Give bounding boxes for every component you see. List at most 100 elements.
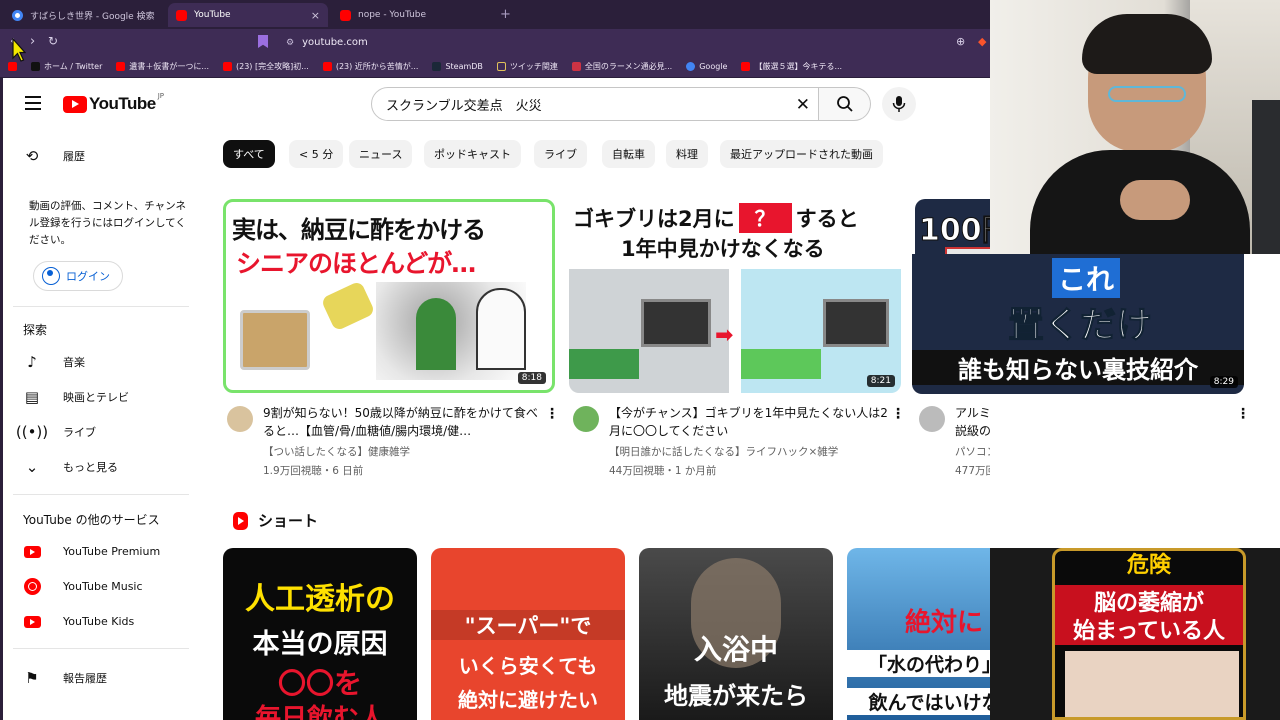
chip-bicycle[interactable]: 自転車: [602, 140, 655, 168]
thumbnail-text: 実は、納豆に酢をかける: [232, 216, 486, 244]
channel-name[interactable]: 【明日誰かに話したくなる】ライフハック×雑学: [609, 443, 838, 462]
channel-avatar[interactable]: [919, 406, 945, 432]
chip-under-5-min[interactable]: < 5 分: [289, 140, 344, 168]
video-title[interactable]: アルミホイルを置くだけでWi-Fiが強くなる？都市伝説級の裏ワザをガチ検証！【驚…: [955, 404, 990, 440]
forward-icon[interactable]: ›: [30, 34, 35, 49]
address-bar[interactable]: ⚙ youtube.com: [280, 32, 998, 53]
channel-name[interactable]: パソコン博士TAIKI: [955, 443, 990, 462]
short-card[interactable]: 入浴中 地震が来たら: [639, 548, 833, 720]
new-tab-button[interactable]: +: [500, 7, 511, 22]
more-vert-icon[interactable]: ⋮: [545, 406, 559, 422]
short-text: いくら安くても: [458, 654, 598, 678]
chip-cooking[interactable]: 料理: [666, 140, 708, 168]
chip-news[interactable]: ニュース: [349, 140, 413, 168]
short-text: 危険: [1126, 553, 1171, 578]
video-thumbnail[interactable]: 実は、納豆に酢をかける シニアのほとんどが… 8:18: [223, 199, 555, 393]
page-overflow: これ 置くだけ 誰も知らない裏技紹介 8:29 ⋮: [912, 254, 1280, 548]
video-thumbnail[interactable]: ゴキブリは2月に ？ すると 1年中見かけなくなる ➡ 8:21: [569, 199, 901, 393]
masthead: YouTube JP スクランブル交差点 火災 ✕: [3, 78, 990, 134]
video-title[interactable]: 【今がチャンス】ゴキブリを1年中見たくない人は2月に〇〇してください: [609, 404, 891, 440]
site-info-icon[interactable]: ⚙: [286, 38, 294, 48]
short-text: 絶対に: [904, 608, 983, 638]
duration-badge: 8:29: [1209, 376, 1238, 388]
bookmark-icon[interactable]: [258, 35, 268, 48]
bookmark-item[interactable]: ツイッチ関連: [496, 61, 558, 72]
chip-live[interactable]: ライブ: [534, 140, 587, 168]
sidebar-item-music[interactable]: ♪ 音楽: [3, 344, 199, 379]
webcam-overlay: [990, 0, 1280, 254]
menu-icon[interactable]: [25, 96, 41, 110]
sidebar-item-history[interactable]: ⟲ 履歴: [3, 138, 199, 173]
tab-youtube[interactable]: YouTube ×: [168, 3, 328, 27]
bookmark-item[interactable]: SteamDB: [432, 62, 483, 71]
video-title[interactable]: 9割が知らない！50歳以降が納豆に酢をかけて食べると…【血管/骨/血糖値/腸内環…: [263, 404, 545, 440]
chip-recently-uploaded[interactable]: 最近アップロードされた動画: [720, 140, 883, 168]
youtube-music-icon: [23, 578, 41, 595]
sidebar: ⟲ 履歴 動画の評価、コメント、チャンネル登録を行うにはログインしてください。 …: [3, 134, 199, 720]
sidebar-item-youtube-kids[interactable]: YouTube Kids: [3, 604, 199, 639]
close-tab-icon[interactable]: ×: [311, 9, 320, 22]
bookmark-item[interactable]: 【厳選５選】今キテる...: [741, 61, 842, 72]
tab-nope-youtube[interactable]: nope - YouTube: [332, 3, 492, 27]
sidebar-item-show-more[interactable]: ⌄ もっと見る: [3, 449, 199, 484]
sidebar-item-report-history[interactable]: ⚑ 報告履歴: [3, 660, 199, 695]
sidebar-item-youtube-music[interactable]: YouTube Music: [3, 569, 199, 604]
thumbnail-text: 100円: [919, 213, 990, 249]
short-text: 地震が来たら: [664, 682, 808, 710]
bookmark-item[interactable]: 全国のラーメン通必見...: [571, 61, 672, 72]
more-vert-icon[interactable]: ⋮: [891, 406, 905, 422]
divider: [13, 494, 189, 495]
bookmark-label: 【厳選５選】今キテる...: [754, 62, 843, 71]
hand-image: [1120, 180, 1190, 220]
channel-name[interactable]: 【つい話したくなる】健康雑学: [263, 443, 410, 462]
chair-image: [1252, 100, 1280, 254]
youtube-logo[interactable]: YouTube JP: [63, 92, 164, 114]
sidebar-item-live[interactable]: ((•)) ライブ: [3, 414, 199, 449]
youtube-page: YouTube JP スクランブル交差点 火災 ✕ ⟲ 履歴 動画の評価、コメン…: [0, 78, 990, 720]
video-metadata: 1.9万回視聴・6 日前: [263, 465, 364, 477]
channel-avatar[interactable]: [227, 406, 253, 432]
short-card[interactable]: "スーパー"で いくら安くても 絶対に避けたい: [431, 548, 625, 720]
voice-search-button[interactable]: [882, 87, 916, 121]
chip-podcasts[interactable]: ポッドキャスト: [424, 140, 521, 168]
video-metadata: 44万回視聴・1 か月前: [609, 465, 717, 477]
bookmark-item[interactable]: ホーム / Twitter: [31, 61, 102, 72]
youtube-icon: [741, 62, 751, 71]
bookmark-label: ホーム / Twitter: [44, 62, 103, 71]
sidebar-item-label: YouTube Premium: [63, 545, 161, 558]
google-icon: [12, 9, 23, 21]
thumbnail-text: これ: [1052, 258, 1121, 298]
short-card[interactable]: 危険 脳の萎縮が 始まっている人: [1052, 548, 1246, 720]
short-card[interactable]: 人工透析の 本当の原因 〇〇を 毎日飲む人: [223, 548, 417, 720]
brave-shield-icon[interactable]: ◆: [978, 35, 986, 48]
clear-search-icon[interactable]: ✕: [796, 95, 810, 115]
tab-google-search[interactable]: すばらしき世界 - Google 検索: [4, 3, 164, 27]
divider: [13, 306, 189, 307]
youtube-premium-icon: [23, 545, 41, 558]
search-button[interactable]: [819, 87, 871, 121]
search-input[interactable]: スクランブル交差点 火災 ✕: [371, 87, 819, 121]
short-text: 毎日飲む人: [254, 704, 385, 720]
thumbnail-headline: ゴキブリは2月に ？ すると: [573, 203, 859, 233]
bookmark-item[interactable]: (23) [完全攻略]初...: [223, 61, 309, 72]
short-card[interactable]: 絶対に 「水の代わり」に 飲んではいけない: [847, 548, 990, 720]
short-text: 人工透析の: [245, 582, 395, 617]
zoom-icon[interactable]: ⊕: [956, 35, 965, 48]
steam-icon: [432, 62, 442, 71]
bookmark-item[interactable]: 遺書＋仮書が一つに...: [116, 61, 209, 72]
youtube-icon: [322, 62, 332, 71]
person-image: [1065, 651, 1239, 717]
sidebar-item-youtube-premium[interactable]: YouTube Premium: [3, 534, 199, 569]
youtube-icon: [116, 62, 126, 71]
login-button[interactable]: ログイン: [33, 261, 123, 291]
reload-icon[interactable]: ↻: [48, 34, 58, 48]
channel-avatar[interactable]: [573, 406, 599, 432]
bookmark-item[interactable]: (23) 近所から苦情が...: [322, 61, 418, 72]
video-thumbnail[interactable]: これ 置くだけ 誰も知らない裏技紹介 8:29: [912, 254, 1244, 394]
chip-all[interactable]: すべて: [223, 140, 275, 168]
video-metadata: 477万回視聴・1 年前: [955, 465, 990, 477]
more-vert-icon[interactable]: ⋮: [1236, 406, 1250, 422]
sidebar-item-movies[interactable]: ▤ 映画とテレビ: [3, 379, 199, 414]
bookmark-item[interactable]: Google: [686, 62, 727, 71]
sidebar-item-label: 音楽: [63, 355, 85, 369]
